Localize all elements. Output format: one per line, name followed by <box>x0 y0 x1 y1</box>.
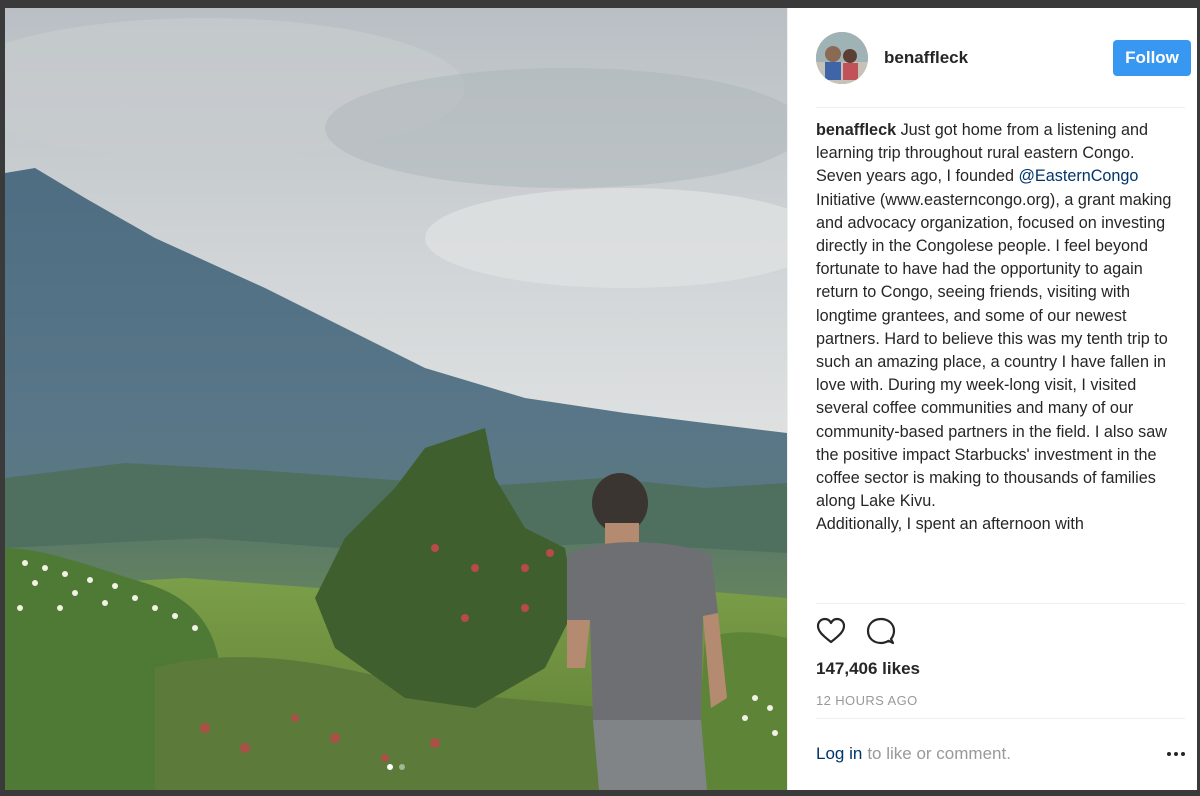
photo-scene <box>5 8 787 790</box>
action-bar <box>814 614 898 648</box>
divider <box>816 603 1185 604</box>
post-header: benaffleck Follow <box>816 28 1191 88</box>
caption: benaffleck Just got home from a listenin… <box>816 119 1177 537</box>
login-link[interactable]: Log in <box>816 744 862 764</box>
caption-container: benaffleck Just got home from a listenin… <box>816 119 1177 601</box>
avatar[interactable] <box>816 32 868 84</box>
login-prompt-text: to like or comment. <box>867 744 1011 763</box>
post-modal: benaffleck Follow benaffleck Just got ho… <box>5 8 1197 790</box>
avatar-image <box>816 32 868 84</box>
divider <box>816 107 1185 108</box>
caption-username[interactable]: benaffleck <box>816 121 896 139</box>
carousel-indicator <box>5 764 787 770</box>
username[interactable]: benaffleck <box>884 48 1113 68</box>
carousel-dot-2[interactable] <box>399 764 405 770</box>
divider <box>816 718 1185 719</box>
caption-mention-link[interactable]: @EasternCongo <box>1019 167 1139 185</box>
heart-icon[interactable] <box>814 614 848 648</box>
caption-text-3: Additionally, I spent an afternoon with <box>816 515 1084 534</box>
post-photo[interactable] <box>5 8 787 790</box>
carousel-dot-1[interactable] <box>387 764 393 770</box>
comment-icon[interactable] <box>864 614 898 648</box>
likes-count[interactable]: 147,406 likes <box>816 659 920 679</box>
more-options-icon[interactable] <box>1167 746 1185 762</box>
post-timestamp[interactable]: 12 HOURS AGO <box>816 693 918 708</box>
follow-button[interactable]: Follow <box>1113 40 1191 76</box>
comment-bar: Log in to like or comment. <box>816 744 1185 764</box>
post-sidebar: benaffleck Follow benaffleck Just got ho… <box>787 8 1197 790</box>
caption-text-2: Initiative (www.easterncongo.org), a gra… <box>816 190 1172 511</box>
